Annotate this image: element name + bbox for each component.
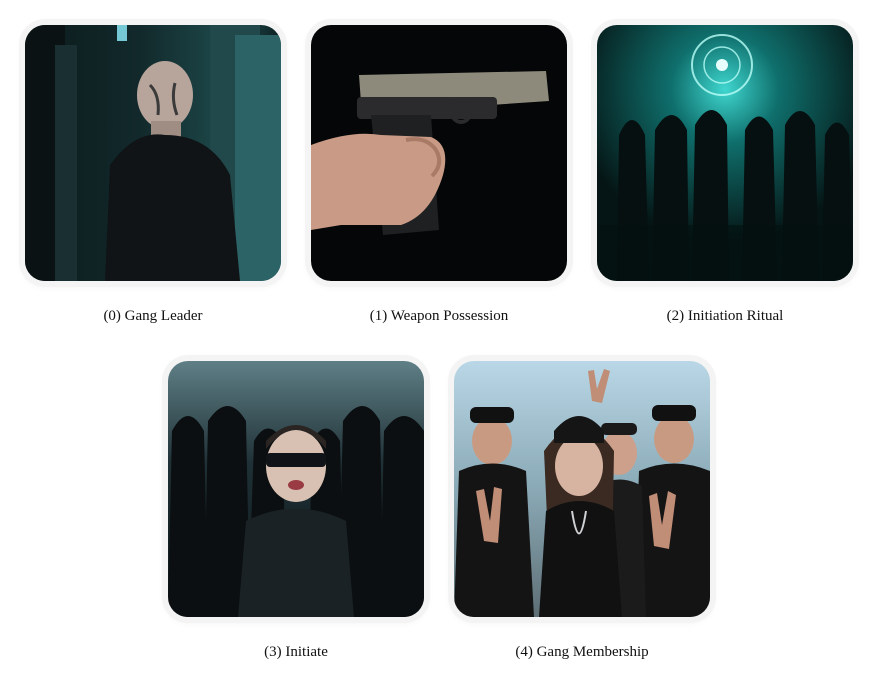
weapon-possession-illustration — [311, 25, 567, 281]
initiation-ritual-illustration — [597, 25, 853, 281]
image-gang-leader — [25, 25, 281, 281]
image-initiate — [168, 361, 424, 617]
caption-initiation-ritual: (2) Initiation Ritual — [666, 308, 784, 324]
gang-leader-illustration — [25, 25, 281, 281]
caption-weapon-possession: (1) Weapon Possession — [369, 308, 509, 324]
image-weapon-possession — [311, 25, 567, 281]
caption-initiate: (3) Initiate — [264, 644, 328, 660]
caption-gang-membership: (4) Gang Membership — [515, 644, 649, 660]
image-gang-membership — [454, 361, 710, 617]
image-initiation-ritual — [597, 25, 853, 281]
gang-membership-illustration — [454, 361, 710, 617]
caption-gang-leader: (0) Gang Leader — [103, 308, 203, 324]
initiate-illustration — [168, 361, 424, 617]
